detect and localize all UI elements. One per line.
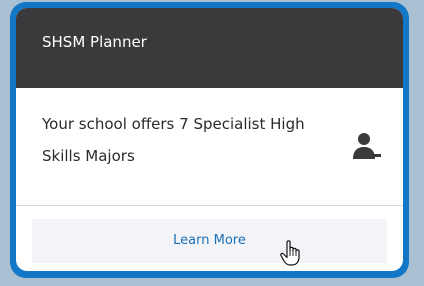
- person-remove-icon: [353, 133, 381, 159]
- card-footer: Learn More: [16, 206, 403, 271]
- card-body: Your school offers 7 Specialist High Ski…: [16, 88, 403, 206]
- card-header: SHSM Planner: [16, 8, 403, 88]
- card-title: SHSM Planner: [42, 33, 147, 51]
- hand-pointer-icon: [280, 240, 300, 266]
- learn-more-button[interactable]: Learn More: [32, 219, 387, 263]
- shsm-count-message: Your school offers 7 Specialist High Ski…: [42, 115, 305, 165]
- shsm-planner-card: SHSM Planner Your school offers 7 Specia…: [16, 8, 403, 271]
- card-frame: SHSM Planner Your school offers 7 Specia…: [10, 2, 409, 278]
